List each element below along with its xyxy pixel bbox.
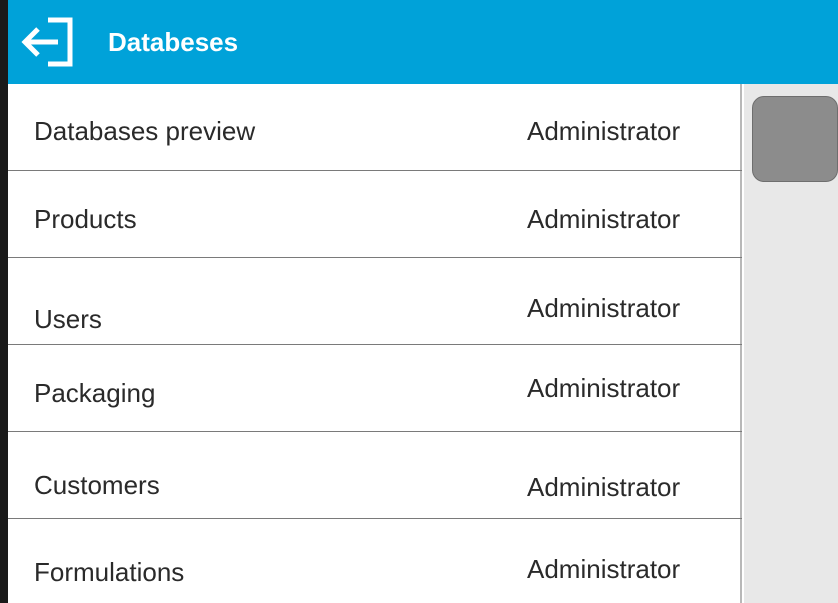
- database-list: Databases preview Administrator Products…: [8, 84, 742, 603]
- scrollbar-track[interactable]: [744, 84, 838, 603]
- list-item-label: Packaging: [34, 378, 156, 408]
- list-item-role: Administrator: [527, 204, 681, 234]
- list-item-formulations[interactable]: Formulations Administrator: [8, 519, 742, 603]
- list-item-role: Administrator: [527, 472, 681, 502]
- list-item-databases-preview[interactable]: Databases preview Administrator: [8, 84, 742, 171]
- back-button[interactable]: [12, 12, 84, 72]
- header-bar: Databeses: [8, 0, 838, 84]
- list-item-role: Administrator: [527, 554, 681, 584]
- list-item-role: Administrator: [527, 116, 681, 146]
- list-item-role: Administrator: [527, 293, 681, 323]
- list-item-label: Customers: [34, 470, 160, 500]
- list-item-customers[interactable]: Customers Administrator: [8, 432, 742, 519]
- list-item-packaging[interactable]: Packaging Administrator: [8, 345, 742, 432]
- list-item-users[interactable]: Users Administrator: [8, 258, 742, 345]
- list-item-role: Administrator: [527, 373, 681, 403]
- list-item-label: Products: [34, 204, 137, 234]
- list-item-label: Users: [34, 304, 102, 334]
- databases-screen: Databeses Databases preview Administrato…: [0, 0, 838, 603]
- list-item-label: Formulations: [34, 557, 185, 587]
- left-border: [0, 0, 8, 603]
- list-item-products[interactable]: Products Administrator: [8, 171, 742, 258]
- list-item-label: Databases preview: [34, 116, 256, 146]
- page-title: Databeses: [108, 27, 239, 57]
- scrollbar-thumb[interactable]: [752, 96, 838, 182]
- exit-arrow-icon: [21, 17, 73, 67]
